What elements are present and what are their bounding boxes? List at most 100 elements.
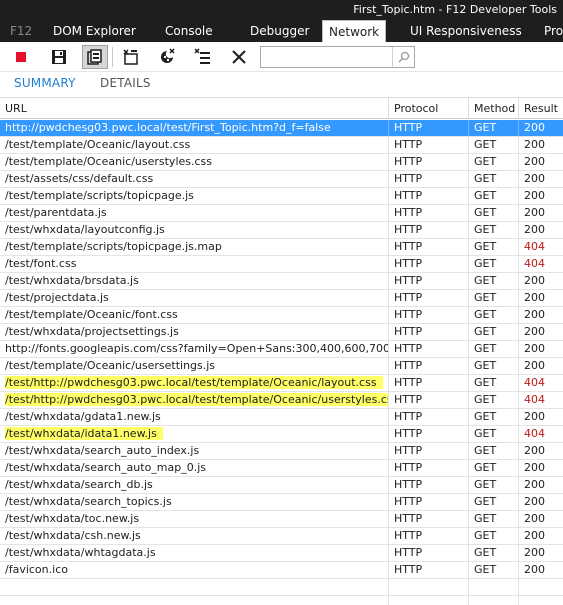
url-text: /test/whxdata/search_topics.js: [5, 495, 172, 508]
clear-cache-button[interactable]: [118, 45, 144, 69]
close-icon: [231, 49, 247, 65]
table-row[interactable]: /test/whxdata/search_auto_map_0.js HTTP GE…: [0, 460, 563, 477]
result-cell: 200: [524, 410, 545, 423]
table-body: http://pwdchesg03.pwc.local/test/First_T…: [0, 120, 563, 605]
tab-dom-explorer[interactable]: DOM Explorer: [53, 20, 136, 42]
search-icon[interactable]: [392, 47, 414, 67]
url-cell: /test/http://pwdchesg03.pwc.local/test/t…: [0, 392, 389, 408]
table-row[interactable]: /test/whxdata/csh.new.js HTTP GET 200: [0, 528, 563, 545]
result-cell: 200: [524, 291, 545, 304]
table-row[interactable]: /test/template/Oceanic/font.css HTTP GET 20…: [0, 307, 563, 324]
table-row[interactable]: /test/assets/css/default.css HTTP GET 200: [0, 171, 563, 188]
table-row[interactable]: http://pwdchesg03.pwc.local/test/First_T…: [0, 120, 563, 137]
method-cell: GET: [469, 273, 519, 289]
tab-debugger[interactable]: Debugger: [250, 20, 309, 42]
clear-entries-icon: [194, 48, 212, 66]
method-cell: GET: [469, 154, 519, 170]
protocol-cell: HTTP: [389, 545, 469, 561]
result-cell: 404: [524, 240, 545, 253]
table-row[interactable]: /test/whxdata/brsdata.js HTTP GET 200: [0, 273, 563, 290]
table-row[interactable]: /test/template/Oceanic/userstyles.css HTT…: [0, 154, 563, 171]
table-row[interactable]: /test/whxdata/search_auto_index.js HTTP GE…: [0, 443, 563, 460]
method-cell: GET: [469, 426, 519, 442]
table-row[interactable]: /test/whxdata/toc.new.js HTTP GET 200: [0, 511, 563, 528]
result-cell: 200: [524, 223, 545, 236]
url-text: /test/projectdata.js: [5, 291, 109, 304]
url-cell: /test/template/Oceanic/usersettings.js: [0, 358, 389, 374]
table-row[interactable]: http://fonts.googleapis.com/css?family=O…: [0, 341, 563, 358]
table-row[interactable]: /test/template/scripts/topicpage.js HTTP G…: [0, 188, 563, 205]
protocol-cell: HTTP: [389, 222, 469, 238]
table-row[interactable]: /test/whxdata/layoutconfig.js HTTP GET 200: [0, 222, 563, 239]
method-cell: GET: [469, 511, 519, 527]
tool-tabs: F12 DOM Explorer Console Debugger Networ…: [0, 20, 563, 42]
result-cell: 200: [524, 138, 545, 151]
table-row[interactable]: /test/whxdata/whtagdata.js HTTP GET 200: [0, 545, 563, 562]
url-cell: /test/whxdata/gdata1.new.js: [0, 409, 389, 425]
url-text: /test/whxdata/search_auto_map_0.js: [5, 461, 207, 474]
tab-network[interactable]: Network: [322, 20, 387, 42]
column-header-url[interactable]: URL: [0, 98, 389, 119]
table-row[interactable]: /test/template/Oceanic/usersettings.js HT…: [0, 358, 563, 375]
method-cell: GET: [469, 239, 519, 255]
clear-entries-button[interactable]: [190, 45, 216, 69]
table-row[interactable]: /test/font.css HTTP GET 404: [0, 256, 563, 273]
protocol-cell: HTTP: [389, 511, 469, 527]
method-cell: GET: [469, 205, 519, 221]
url-text: /test/parentdata.js: [5, 206, 107, 219]
url-cell: /test/whxdata/search_auto_index.js: [0, 443, 389, 459]
close-button[interactable]: [226, 45, 252, 69]
table-row[interactable]: /test/http://pwdchesg03.pwc.local/test/t…: [0, 375, 563, 392]
protocol-cell: HTTP: [389, 273, 469, 289]
url-text: /test/whxdata/csh.new.js: [5, 529, 141, 542]
column-header-method[interactable]: Method: [469, 98, 519, 119]
tab-profiler[interactable]: Pro: [544, 20, 563, 42]
clear-cookies-button[interactable]: [154, 45, 180, 69]
method-cell: GET: [469, 358, 519, 374]
result-cell: 200: [524, 189, 545, 202]
url-cell: /test/assets/css/default.css: [0, 171, 389, 187]
stop-recording-button[interactable]: [8, 45, 34, 69]
result-cell: 200: [524, 512, 545, 525]
empty-cell: [0, 596, 389, 605]
table-row[interactable]: /test/whxdata/idata1.new.js HTTP GET 404: [0, 426, 563, 443]
result-cell: 200: [524, 546, 545, 559]
result-cell: 200: [524, 155, 545, 168]
tab-details[interactable]: DETAILS: [100, 76, 151, 90]
clear-cookies-icon: [158, 48, 176, 66]
protocol-cell: HTTP: [389, 477, 469, 493]
column-header-result[interactable]: Result: [519, 98, 563, 119]
url-cell: /test/template/Oceanic/font.css: [0, 307, 389, 323]
url-text: /test/assets/css/default.css: [5, 172, 154, 185]
tab-ui-responsiveness[interactable]: UI Responsiveness: [410, 20, 522, 42]
empty-cell: [469, 596, 519, 605]
export-button[interactable]: [46, 45, 72, 69]
method-cell: GET: [469, 392, 519, 408]
table-row[interactable]: /test/template/Oceanic/layout.css HTTP GET…: [0, 137, 563, 154]
result-cell: 200: [524, 495, 545, 508]
result-cell: 200: [524, 172, 545, 185]
table-row[interactable]: /favicon.ico HTTP GET 200: [0, 562, 563, 579]
url-text: /test/whxdata/layoutconfig.js: [5, 223, 165, 236]
url-text: /test/whxdata/idata1.new.js: [5, 427, 163, 440]
search-input[interactable]: [261, 47, 391, 67]
table-row[interactable]: /test/http://pwdchesg03.pwc.local/test/t…: [0, 392, 563, 409]
table-row[interactable]: /test/whxdata/gdata1.new.js HTTP GET 200: [0, 409, 563, 426]
protocol-cell: HTTP: [389, 290, 469, 306]
table-row[interactable]: /test/projectdata.js HTTP GET 200: [0, 290, 563, 307]
tab-summary[interactable]: SUMMARY: [14, 76, 76, 90]
protocol-cell: HTTP: [389, 341, 469, 357]
always-refresh-toggle[interactable]: [82, 45, 108, 69]
url-text: /test/font.css: [5, 257, 77, 270]
table-row[interactable]: /test/template/scripts/topicpage.js.map H…: [0, 239, 563, 256]
url-text: /test/whxdata/search_db.js: [5, 478, 153, 491]
table-row[interactable]: /test/whxdata/projectsettings.js HTTP GET 2…: [0, 324, 563, 341]
tab-console[interactable]: Console: [165, 20, 213, 42]
column-header-protocol[interactable]: Protocol: [389, 98, 469, 119]
table-row[interactable]: /test/whxdata/search_topics.js HTTP GET 200: [0, 494, 563, 511]
protocol-cell: HTTP: [389, 120, 469, 136]
result-cell: 200: [524, 308, 545, 321]
table-row[interactable]: /test/whxdata/search_db.js HTTP GET 200: [0, 477, 563, 494]
result-cell: 404: [524, 257, 545, 270]
table-row[interactable]: /test/parentdata.js HTTP GET 200: [0, 205, 563, 222]
